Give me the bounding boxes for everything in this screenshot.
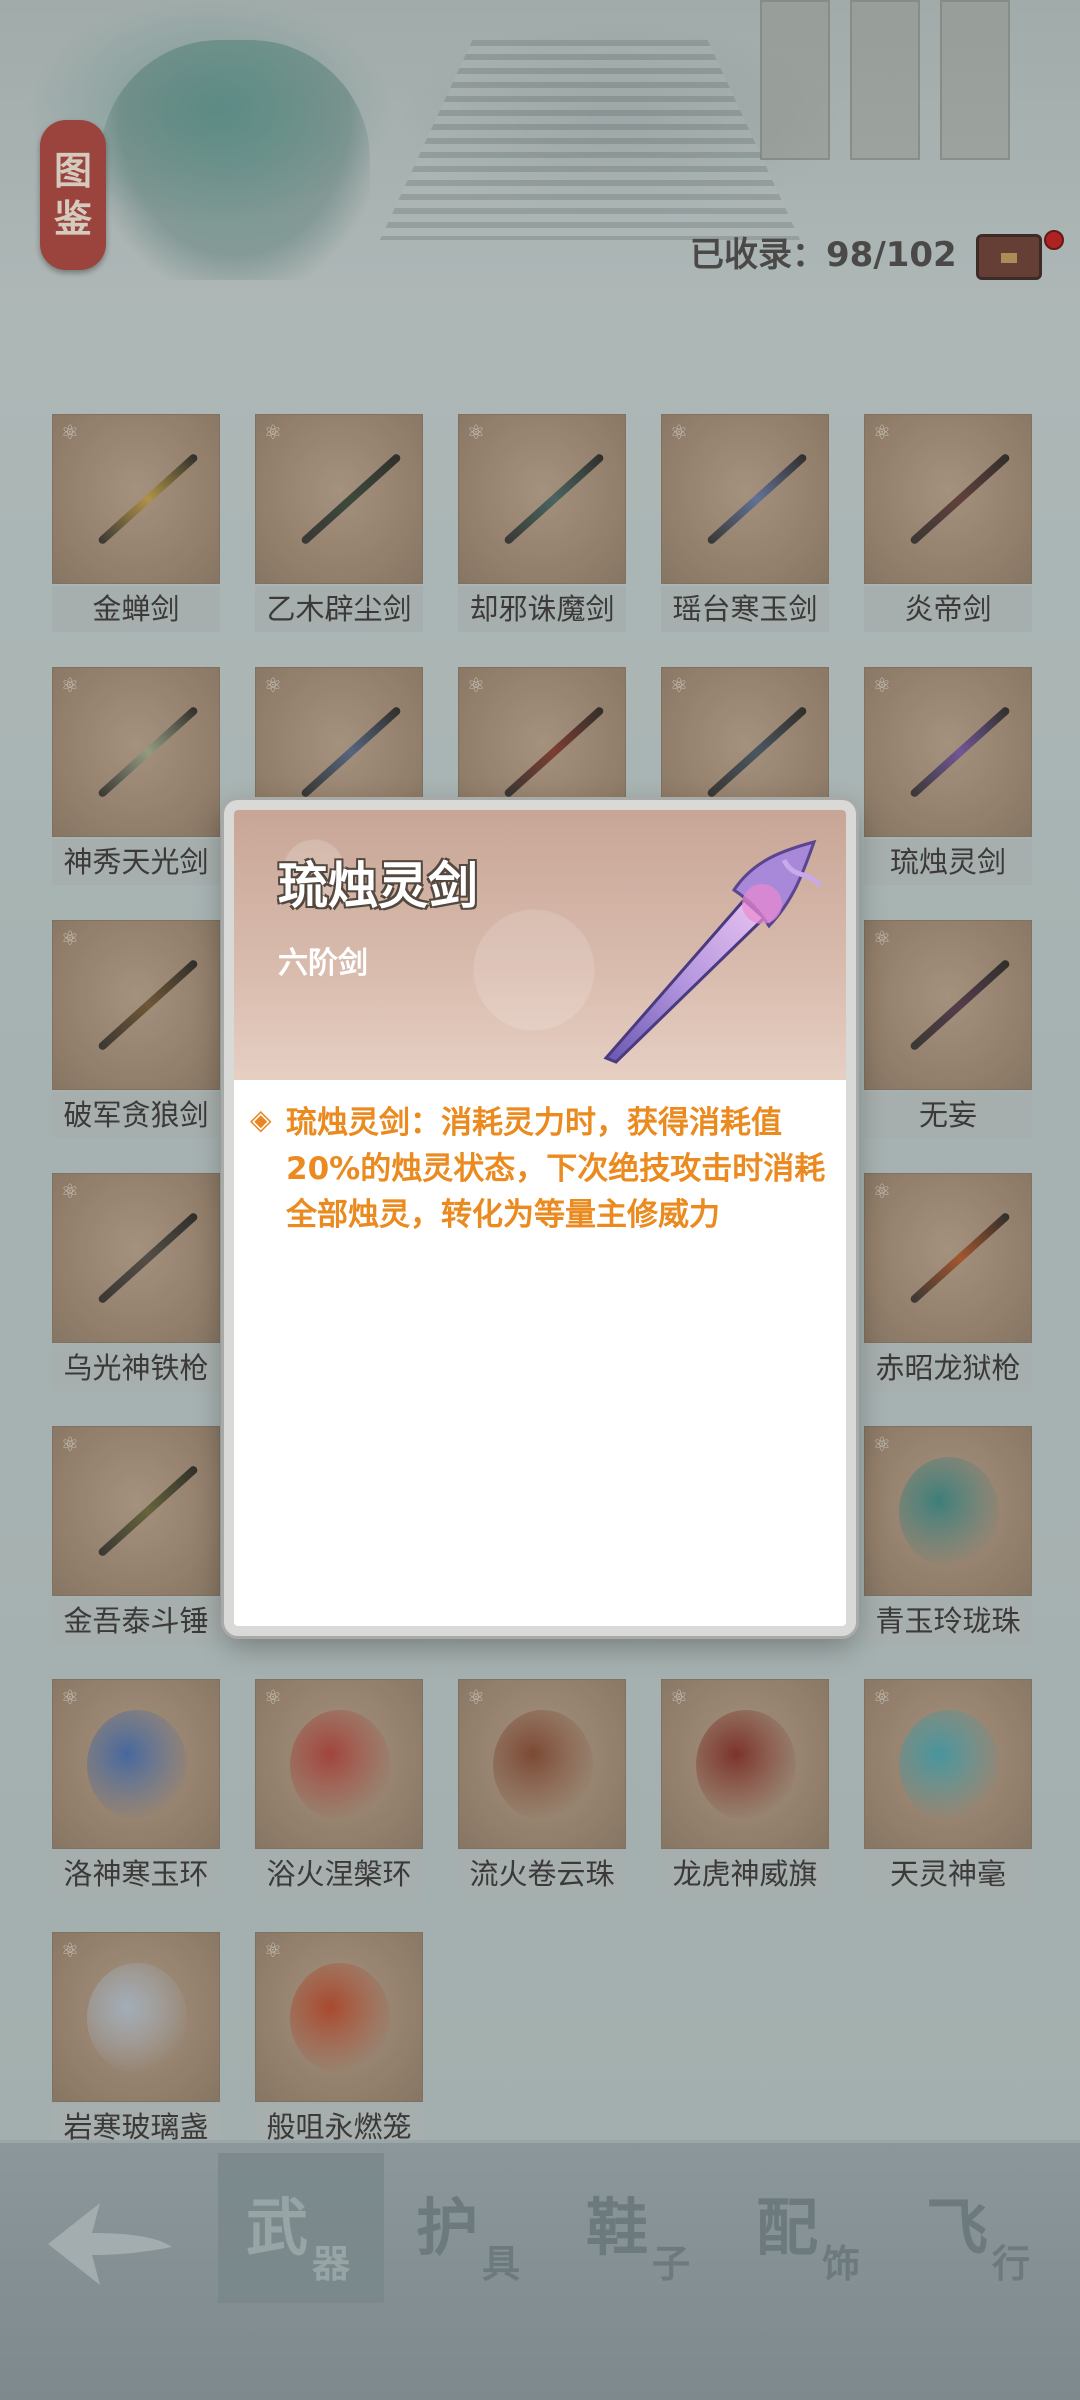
tab-label-big: 护 bbox=[416, 2191, 479, 2264]
sword-art-icon bbox=[603, 839, 823, 1064]
bottom-tab-bar: 武器护具鞋子配饰飞行 bbox=[0, 2140, 1080, 2400]
tab-label-big: 鞋 bbox=[586, 2191, 649, 2264]
item-detail-modal: 琉烛灵剑 六阶剑 ◈ 琉烛灵剑：消耗灵力时，获得消耗值20%的烛灵状态，下次绝技… bbox=[224, 800, 856, 1636]
category-tab[interactable]: 护具 bbox=[388, 2153, 554, 2303]
modal-subtitle: 六阶剑 bbox=[278, 946, 368, 981]
category-tab[interactable]: 武器 bbox=[218, 2153, 384, 2303]
tab-label-big: 配 bbox=[756, 2191, 819, 2264]
modal-title: 琉烛灵剑 bbox=[278, 857, 478, 915]
category-tab[interactable]: 鞋子 bbox=[558, 2153, 724, 2303]
tab-label-small: 行 bbox=[992, 2242, 1031, 2286]
category-tab[interactable]: 飞行 bbox=[898, 2153, 1064, 2303]
tab-label-small: 饰 bbox=[822, 2242, 861, 2286]
modal-header: 琉烛灵剑 六阶剑 bbox=[234, 810, 846, 1080]
back-arrow-icon[interactable] bbox=[40, 2189, 180, 2299]
bullet-diamond-icon: ◈ bbox=[250, 1103, 272, 1136]
tab-label-big: 飞 bbox=[926, 2191, 989, 2264]
tab-label-small: 具 bbox=[482, 2242, 521, 2286]
tab-label-small: 子 bbox=[652, 2242, 691, 2286]
tab-label-big: 武 bbox=[246, 2191, 309, 2264]
tab-label-small: 器 bbox=[312, 2242, 351, 2286]
modal-description: 琉烛灵剑：消耗灵力时，获得消耗值20%的烛灵状态，下次绝技攻击时消耗全部烛灵，转… bbox=[286, 1105, 826, 1233]
category-tab[interactable]: 配饰 bbox=[728, 2153, 894, 2303]
